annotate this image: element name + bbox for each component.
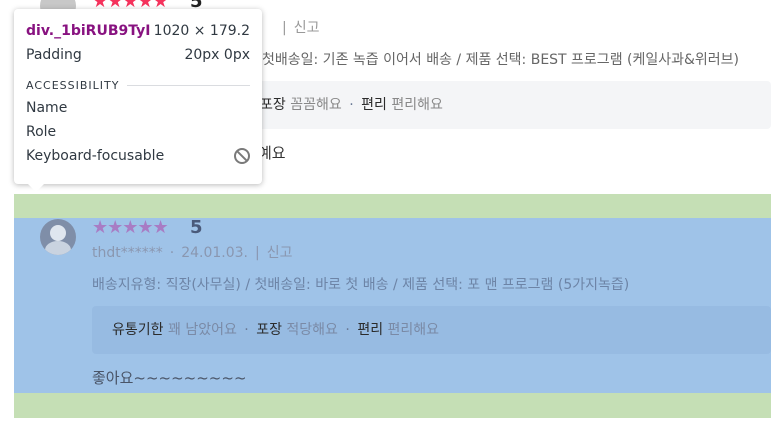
- not-allowed-icon: [234, 148, 250, 164]
- tag-separator: ·: [244, 322, 249, 338]
- meta-separator: ·: [169, 245, 175, 261]
- tag-value: 편리해요: [387, 322, 440, 338]
- review-date: 24.01.03.: [181, 245, 248, 261]
- tag-key: 유통기한: [112, 322, 164, 338]
- inspector-padding-highlight-top: [14, 194, 771, 218]
- tag-key: 포장: [260, 97, 286, 113]
- review-tags: 포장 꼼꼼해요 · 편리 편리해요: [260, 96, 443, 114]
- name-label: Name: [26, 100, 68, 116]
- tag-key: 편리: [357, 322, 384, 338]
- review-comment: 좋아요~~~~~~~~~: [92, 369, 247, 387]
- inspector-padding-highlight-bottom: [14, 393, 771, 418]
- tag-value: 편리해요: [391, 97, 443, 113]
- role-row: Role: [26, 120, 250, 144]
- review-meta: | 신고: [275, 19, 319, 37]
- reviewer-avatar: [40, 219, 76, 255]
- purchase-options: 첫배송일: 기존 녹즙 이어서 배송 / 제품 선택: BEST 프로그램 (케…: [262, 52, 740, 68]
- padding-row: Padding 20px 0px: [26, 43, 250, 67]
- meta-separator: |: [282, 20, 287, 36]
- review-comment: 예요: [258, 144, 286, 162]
- element-dimensions: 1020 × 179.2: [153, 23, 250, 39]
- keyboard-focusable-row: Keyboard-focusable: [26, 144, 250, 168]
- tag-value: 꽤 남았어요: [167, 322, 237, 338]
- tooltip-header: div._1biRUB9TyI 1020 × 179.2: [26, 19, 250, 43]
- tag-key: 포장: [256, 322, 282, 338]
- padding-label: Padding: [26, 47, 82, 63]
- devtools-inspect-tooltip: div._1biRUB9TyI 1020 × 179.2 Padding 20p…: [14, 9, 262, 192]
- keyboard-focusable-label: Keyboard-focusable: [26, 148, 165, 164]
- name-row: Name: [26, 96, 250, 120]
- tag-separator: ·: [349, 97, 354, 113]
- section-divider: [127, 85, 250, 86]
- tag-value: 적당해요: [286, 322, 338, 338]
- tag-separator: ·: [345, 322, 350, 338]
- meta-separator: |: [255, 245, 260, 261]
- report-link[interactable]: 신고: [267, 245, 293, 261]
- accessibility-section-header: ACCESSIBILITY: [26, 79, 250, 92]
- reviewer-id: thdt******: [92, 245, 163, 261]
- report-link[interactable]: 신고: [294, 20, 320, 36]
- purchase-options: 배송지유형: 직장(사무실) / 첫배송일: 바로 첫 배송 / 제품 선택: …: [92, 277, 630, 293]
- padding-value: 20px 0px: [184, 47, 250, 63]
- review-tags: 유통기한 꽤 남았어요 · 포장 적당해요 · 편리 편리해요: [112, 321, 439, 339]
- rating-score: 5: [190, 217, 203, 238]
- review-meta: thdt****** · 24.01.03. | 신고: [92, 244, 292, 262]
- review-tag-box: 유통기한 꽤 남았어요 · 포장 적당해요 · 편리 편리해요: [92, 306, 771, 354]
- element-selector: div._1biRUB9TyI: [26, 23, 151, 39]
- accessibility-title: ACCESSIBILITY: [26, 79, 120, 92]
- role-label: Role: [26, 124, 57, 140]
- tag-key: 편리: [361, 97, 387, 113]
- star-rating: ★★★★★: [92, 217, 169, 238]
- tag-value: 꼼꼼해요: [290, 97, 342, 113]
